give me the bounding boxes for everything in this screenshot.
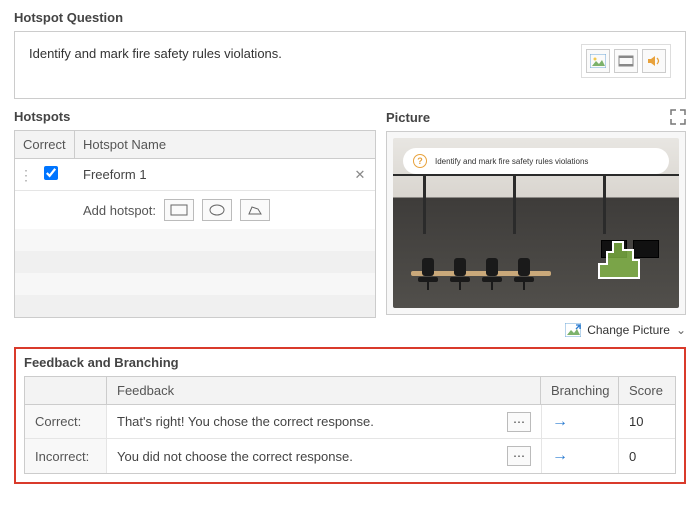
oval-shape-button[interactable]	[202, 199, 232, 221]
drag-handle-icon[interactable]: ⋮	[15, 170, 27, 180]
branching-arrow-icon: →	[552, 447, 568, 465]
picture-banner-text: Identify and mark fire safety rules viol…	[435, 157, 588, 166]
feedback-row-incorrect: Incorrect: You did not choose the correc…	[25, 439, 675, 473]
insert-image-icon[interactable]	[586, 49, 610, 73]
fb-col-blank	[25, 377, 107, 404]
change-picture-button[interactable]: Change Picture ⌄	[386, 323, 686, 337]
hotspots-table: Correct Hotspot Name ⋮ Freeform 1 ✕ Add …	[14, 130, 376, 318]
feedback-table: Feedback Branching Score Correct: That's…	[24, 376, 676, 474]
col-hotspot-name: Hotspot Name	[75, 131, 375, 158]
branching-cell[interactable]: →	[541, 405, 619, 438]
fb-row-label: Incorrect:	[25, 439, 107, 473]
question-text[interactable]: Identify and mark fire safety rules viol…	[29, 44, 282, 61]
hotspot-row[interactable]: ⋮ Freeform 1 ✕	[15, 159, 375, 191]
feedback-more-button[interactable]: ⋯	[507, 446, 531, 466]
col-correct: Correct	[15, 131, 75, 158]
fb-col-branching: Branching	[541, 377, 619, 404]
hotspots-title: Hotspots	[14, 109, 376, 124]
insert-video-icon[interactable]	[614, 49, 638, 73]
branching-cell[interactable]: →	[541, 439, 619, 473]
media-buttons	[581, 44, 671, 78]
fb-text[interactable]: You did not choose the correct response.	[117, 449, 353, 464]
delete-hotspot-icon[interactable]: ✕	[345, 167, 375, 183]
question-mark-icon: ?	[413, 154, 427, 168]
correct-checkbox[interactable]	[44, 166, 58, 180]
feedback-row-correct: Correct: That's right! You chose the cor…	[25, 405, 675, 439]
branching-arrow-icon: →	[552, 413, 568, 431]
hotspots-empty-area	[15, 229, 375, 317]
hotspot-freeform-overlay[interactable]	[593, 238, 643, 282]
insert-audio-icon[interactable]	[642, 49, 666, 73]
question-section-title: Hotspot Question	[14, 10, 686, 25]
picture-preview[interactable]: ? Identify and mark fire safety rules vi…	[386, 131, 686, 315]
fb-col-feedback: Feedback	[107, 377, 541, 404]
score-cell[interactable]: 0	[619, 439, 675, 473]
freeform-shape-button[interactable]	[240, 199, 270, 221]
picture-banner: ? Identify and mark fire safety rules vi…	[403, 148, 669, 174]
picture-title: Picture	[386, 110, 430, 125]
feedback-section: Feedback and Branching Feedback Branchin…	[14, 347, 686, 484]
expand-icon[interactable]	[670, 109, 686, 125]
score-cell[interactable]: 10	[619, 405, 675, 438]
hotspot-name[interactable]: Freeform 1	[75, 167, 345, 182]
feedback-title: Feedback and Branching	[24, 355, 676, 370]
question-box: Identify and mark fire safety rules viol…	[14, 31, 686, 99]
change-picture-label: Change Picture	[587, 323, 670, 337]
change-picture-icon	[565, 323, 581, 337]
fb-col-score: Score	[619, 377, 675, 404]
fb-row-label: Correct:	[25, 405, 107, 438]
fb-text[interactable]: That's right! You chose the correct resp…	[117, 414, 374, 429]
add-hotspot-label: Add hotspot:	[83, 203, 156, 218]
chevron-down-icon: ⌄	[676, 323, 686, 337]
feedback-more-button[interactable]: ⋯	[507, 412, 531, 432]
rectangle-shape-button[interactable]	[164, 199, 194, 221]
